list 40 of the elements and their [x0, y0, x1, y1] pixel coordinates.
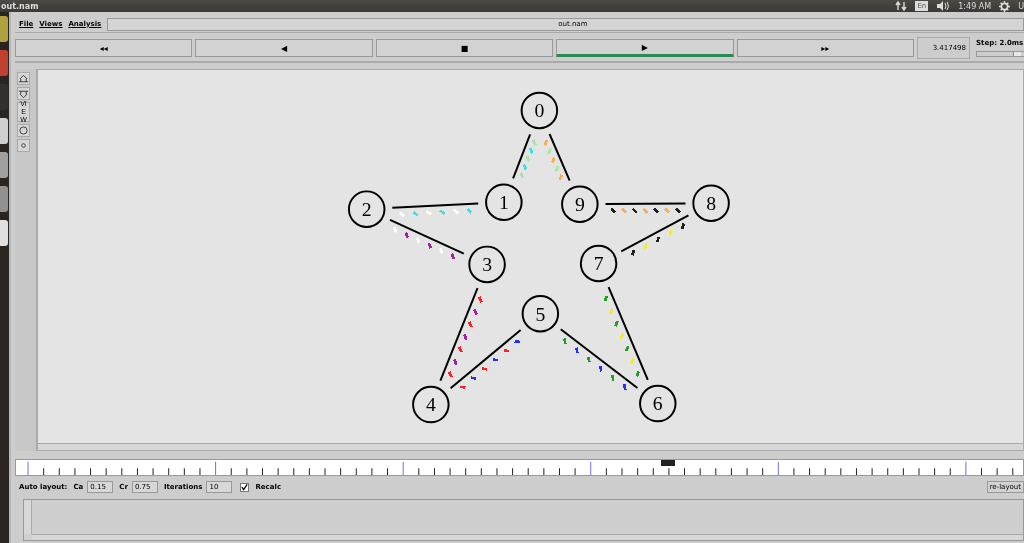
network-node[interactable]: 0	[520, 91, 559, 130]
network-node[interactable]: 5	[521, 295, 560, 333]
scroll-bar[interactable]	[24, 500, 32, 534]
circle-button[interactable]	[17, 124, 30, 137]
network-node[interactable]: 6	[639, 384, 677, 423]
scroll-bar[interactable]	[38, 443, 1023, 450]
playback-button[interactable]: ▸▸	[736, 39, 915, 57]
zoom-out-icon	[18, 88, 29, 99]
circle-icon	[19, 126, 28, 135]
playback-button[interactable]: ■	[375, 39, 554, 57]
zoom-out-button[interactable]	[17, 87, 30, 100]
playback-button[interactable]: ◀	[195, 39, 373, 57]
network-node[interactable]: 4	[412, 385, 450, 424]
user-name[interactable]: U	[1018, 1, 1024, 11]
link-line	[512, 133, 532, 180]
network-node[interactable]: 9	[561, 185, 599, 223]
playback-button[interactable]: ▶	[556, 39, 734, 57]
time-marker[interactable]	[661, 460, 675, 466]
network-node[interactable]: 2	[347, 190, 386, 228]
window-title: out.nam	[0, 1, 39, 11]
scroll-bar[interactable]	[32, 534, 1023, 540]
network-node[interactable]: 8	[692, 184, 730, 222]
settings-icon[interactable]	[999, 0, 1011, 12]
playback-button[interactable]: ◂◂	[15, 39, 193, 57]
network-node[interactable]: 7	[579, 244, 618, 283]
network-node[interactable]: 3	[468, 245, 506, 284]
link-line	[548, 133, 571, 182]
circle-icon	[21, 143, 26, 148]
recalc-checkbox[interactable]	[240, 482, 250, 492]
network-icon[interactable]	[895, 1, 908, 11]
network-node[interactable]: 1	[485, 183, 523, 221]
volume-icon[interactable]	[936, 1, 951, 11]
slider-thumb[interactable]	[1013, 52, 1022, 56]
clock-text[interactable]: 1:49 AM	[958, 1, 992, 11]
zoom-in-button[interactable]	[17, 72, 30, 85]
circle-button[interactable]	[17, 139, 30, 152]
step-slider[interactable]	[976, 51, 1024, 57]
timeline-ruler[interactable]	[15, 459, 1024, 476]
link-line	[620, 214, 690, 253]
zoom-in-icon	[18, 73, 29, 84]
